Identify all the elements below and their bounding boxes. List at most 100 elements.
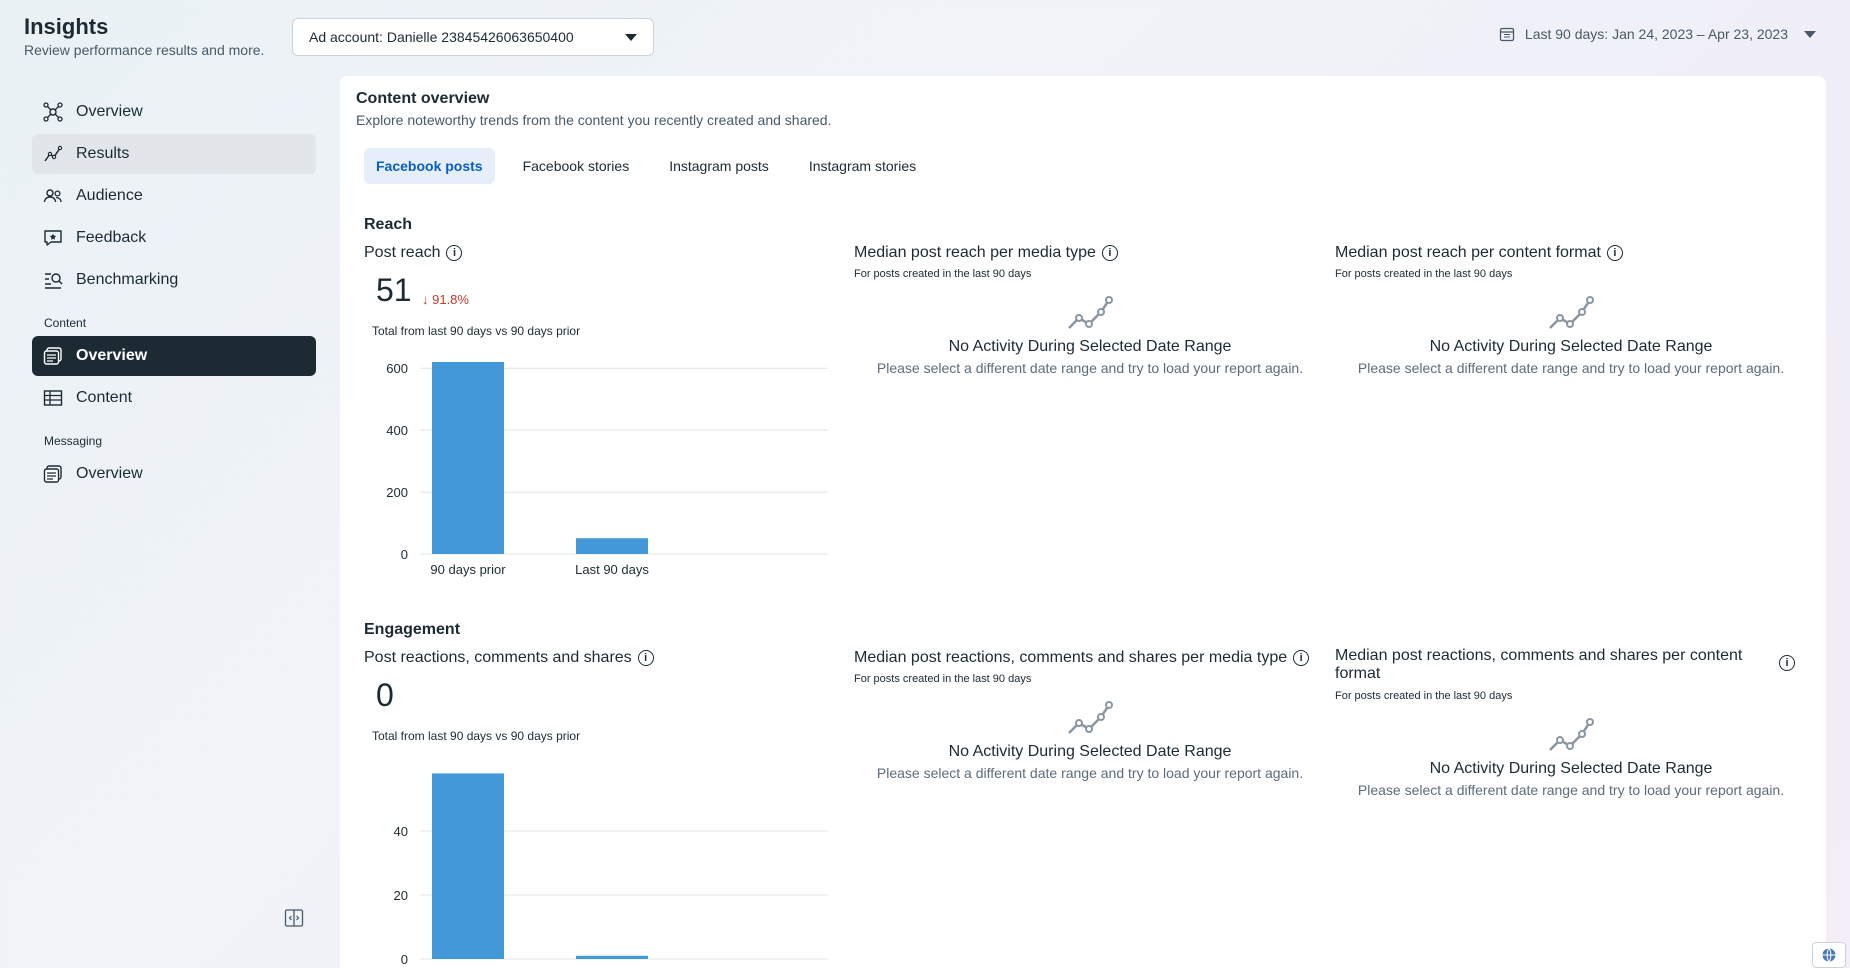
bar [576,955,648,959]
reach-media-label: Median post reach per media type [854,244,1096,261]
y-tick-label: 600 [386,361,408,376]
sidebar-item-label: Audience [76,187,143,204]
sidebar-item-label: Results [76,145,130,162]
caret-down-icon [1804,30,1816,38]
content-overview-card: Content overview Explore noteworthy tren… [340,76,1826,968]
engagement-format-empty-state: No Activity During Selected Date Range P… [1341,716,1801,798]
engagement-chart: 0204090 days priorLast 90 days [394,773,828,968]
empty-title: No Activity During Selected Date Range [1429,338,1713,355]
sidebar-item-label: Overview [76,103,143,120]
y-tick-label: 200 [386,485,408,500]
sidebar-item-audience[interactable]: Audience [32,176,316,216]
reach-format-empty-state: No Activity During Selected Date Range P… [1341,294,1801,376]
x-tick-label: Last 90 days [575,562,649,577]
card-icon [43,465,62,483]
ad-account-label: Ad account: Danielle 23845426063650400 [309,29,574,45]
engagement-media-empty-state: No Activity During Selected Date Range P… [860,699,1320,781]
y-tick-label: 0 [401,547,408,562]
y-tick-label: 20 [394,888,408,903]
caret-down-icon [625,33,637,41]
info-icon[interactable]: i [1779,655,1795,671]
info-icon[interactable]: i [1101,245,1118,261]
collapse-sidebar-icon[interactable] [284,908,304,928]
sidebar-item-label: Overview [76,347,148,364]
reach-format-title: Median post reach per content format i [1335,244,1623,262]
content-tabs: Facebook posts Facebook stories Instagra… [364,148,936,184]
card-title: Content overview [356,90,490,107]
engagement-media-title: Median post reactions, comments and shar… [854,649,1310,667]
bar [432,773,504,959]
info-icon[interactable]: i [1293,650,1310,666]
trend-line-icon [1068,296,1113,329]
sidebar-item-messaging-overview[interactable]: Overview [32,454,316,494]
sidebar-item-label: Feedback [76,229,147,246]
sidebar-section-content: Content [44,316,87,330]
info-icon[interactable]: i [446,245,463,261]
people-icon [43,189,62,203]
calendar-icon [1499,27,1515,42]
engagement-media-label: Median post reactions, comments and shar… [854,649,1288,666]
y-tick-label: 0 [401,952,408,967]
feedback-icon [44,230,62,246]
page-title: Insights [24,14,109,39]
engagement-metric-label: Post reactions, comments and shares [364,649,632,666]
post-reach-title: Post reach i [364,244,463,262]
reach-media-title: Median post reach per media type i [854,244,1118,262]
y-tick-label: 40 [394,824,408,839]
engagement-format-title: Median post reactions, comments and shar… [1335,647,1795,683]
trend-icon [44,145,63,162]
engagement-value: 0 [376,677,394,713]
page-subtitle: Review performance results and more. [24,42,265,58]
x-tick-label: 90 days prior [430,562,506,577]
sidebar-item-benchmarking[interactable]: Benchmarking [32,260,316,300]
empty-subtitle: Please select a different date range and… [876,765,1304,781]
engagement-note: Total from last 90 days vs 90 days prior [372,729,581,743]
engagement-format-label: Median post reactions, comments and shar… [1335,647,1743,682]
sidebar-item-results[interactable]: Results [32,134,316,174]
reach-heading: Reach [364,216,413,233]
y-tick-label: 400 [386,423,408,438]
benchmark-icon [45,273,63,289]
empty-title: No Activity During Selected Date Range [948,743,1232,760]
ad-account-dropdown[interactable]: Ad account: Danielle 23845426063650400 [292,18,654,56]
trend-line-icon [1549,718,1594,751]
info-icon[interactable]: i [1606,245,1623,261]
post-reach-value: 51 [376,272,412,308]
bar [576,538,648,554]
sidebar-item-label: Overview [76,465,143,482]
sidebar-item-overview[interactable]: Overview [32,92,316,132]
empty-title: No Activity During Selected Date Range [948,338,1232,355]
tab-facebook-posts[interactable]: Facebook posts [364,148,495,184]
table-icon [43,390,63,406]
help-button[interactable] [1812,942,1846,968]
empty-subtitle: Please select a different date range and… [1357,782,1785,798]
tab-facebook-stories[interactable]: Facebook stories [511,148,642,184]
card-icon [43,347,62,365]
info-icon[interactable]: i [637,650,654,666]
engagement-media-note: For posts created in the last 90 days [854,673,1032,685]
date-range-picker[interactable]: Last 90 days: Jan 24, 2023 – Apr 23, 202… [1499,26,1816,42]
tab-instagram-stories[interactable]: Instagram stories [797,148,928,184]
trend-line-icon [1549,296,1594,329]
card-subtitle: Explore noteworthy trends from the conte… [356,112,832,128]
post-reach-note: Total from last 90 days vs 90 days prior [372,324,581,338]
sidebar-item-feedback[interactable]: Feedback [32,218,316,258]
tab-instagram-posts[interactable]: Instagram posts [657,148,781,184]
sidebar-item-content[interactable]: Content [32,378,316,418]
post-reach-label: Post reach [364,244,441,261]
sidebar-item-label: Content [76,389,133,406]
reach-format-label: Median post reach per content format [1335,244,1601,261]
empty-subtitle: Please select a different date range and… [876,360,1304,376]
trend-line-icon [1068,701,1113,734]
sidebar-item-label: Benchmarking [76,271,179,288]
engagement-metric-title: Post reactions, comments and shares i [364,649,654,667]
date-range-label: Last 90 days: Jan 24, 2023 – Apr 23, 202… [1524,26,1788,42]
empty-subtitle: Please select a different date range and… [1357,360,1785,376]
sidebar-item-content-overview[interactable]: Overview [32,336,316,376]
reach-format-note: For posts created in the last 90 days [1335,268,1513,280]
engagement-heading: Engagement [364,621,461,638]
empty-title: No Activity During Selected Date Range [1429,760,1713,777]
reach-media-note: For posts created in the last 90 days [854,268,1032,280]
sidebar: Overview Results Audience Feedback Bench… [32,92,316,496]
post-reach-delta: ↓ 91.8% [422,292,469,307]
